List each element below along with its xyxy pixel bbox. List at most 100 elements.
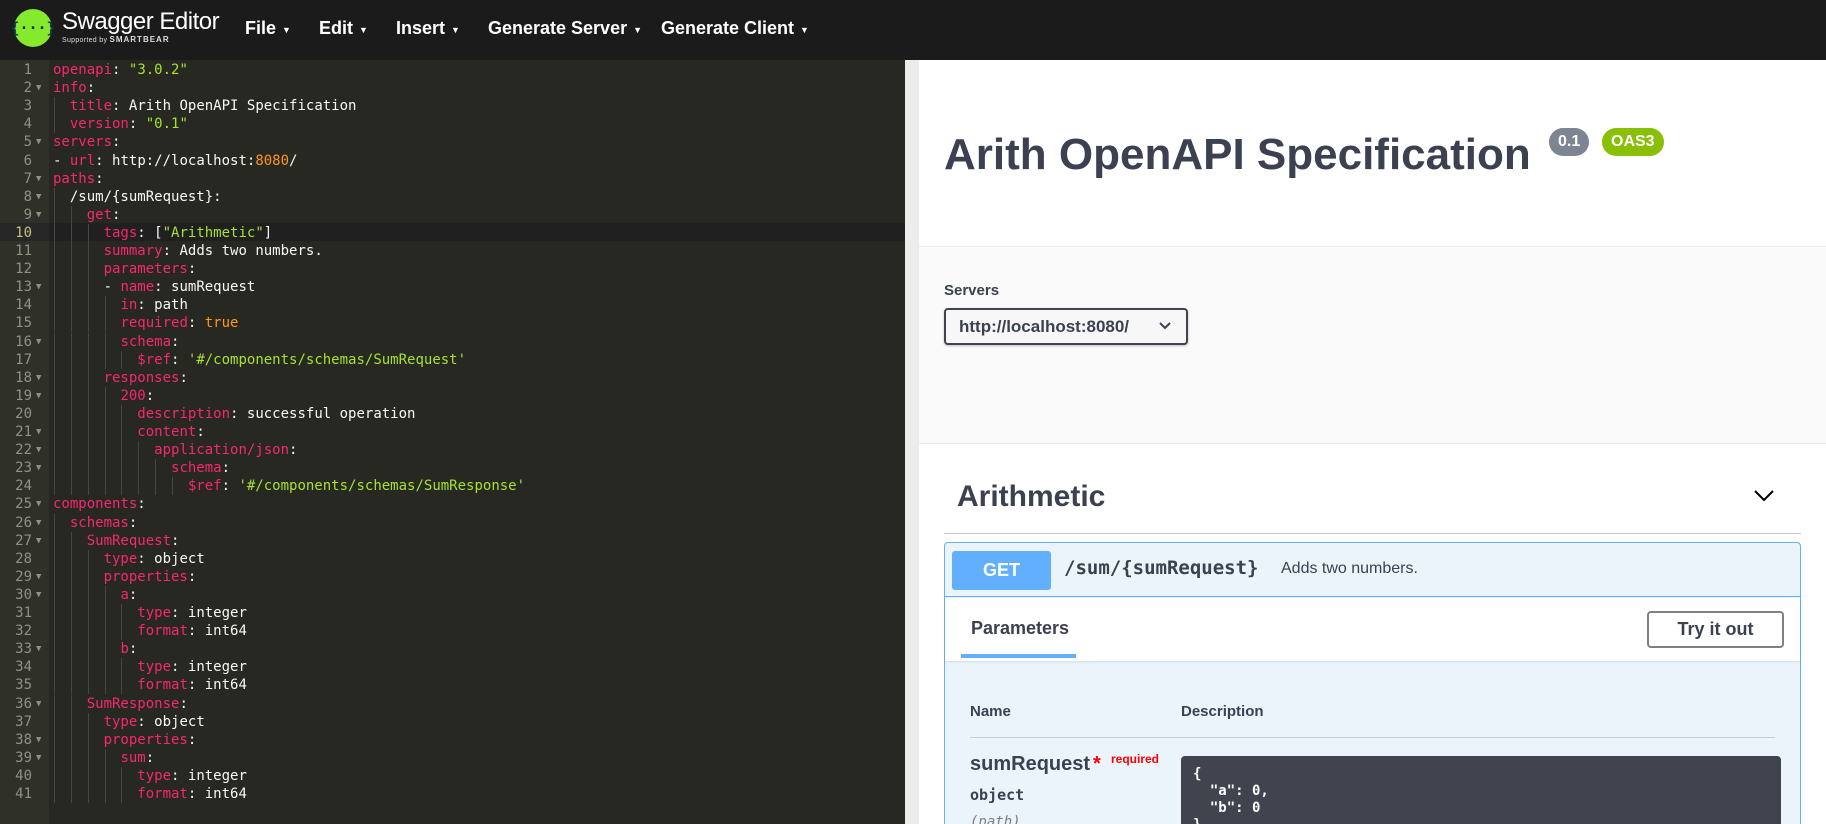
yaml-value: int64 <box>204 677 247 694</box>
fold-arrow-icon: ▼ <box>36 571 42 582</box>
code-dash: - <box>103 279 121 296</box>
code-text: type: object <box>53 713 205 731</box>
line-number: 6 <box>23 152 32 169</box>
code-colon: : <box>162 243 172 259</box>
code-line[interactable]: 15 required: true <box>0 314 905 332</box>
indent-guide <box>70 477 72 496</box>
code-line[interactable]: 34 type: integer <box>0 658 905 676</box>
yaml-value: int64 <box>204 786 247 802</box>
menu-file[interactable]: File ▼ <box>245 0 291 56</box>
line-number: 37 <box>15 713 32 730</box>
swagger-editor-logo[interactable]: {···} Swagger Editor Supported by SMARTB… <box>10 7 220 51</box>
operation-summary[interactable]: GET /sum/{sumRequest} Adds two numbers. <box>945 543 1800 597</box>
indent-guide <box>121 350 123 369</box>
code-text: sum: <box>53 749 154 767</box>
code-line[interactable]: 39 ▼ sum: <box>0 749 905 767</box>
menu-generate-client[interactable]: Generate Client ▼ <box>661 0 809 56</box>
code-line[interactable]: 19 ▼ 200: <box>0 387 905 405</box>
chevron-down-icon[interactable] <box>1749 480 1779 510</box>
code-line[interactable]: 22 ▼ application/json: <box>0 441 905 459</box>
yaml-literal: true <box>204 315 239 332</box>
code-line[interactable]: 18 ▼ responses: <box>0 369 905 387</box>
indent-guide <box>155 459 157 478</box>
indent-guide <box>54 712 55 731</box>
code-colon: : <box>128 586 138 603</box>
code-line[interactable]: 32 format: int64 <box>0 622 905 640</box>
indent-guide <box>70 712 72 731</box>
code-line[interactable]: 26 ▼ schemas: <box>0 514 905 532</box>
line-number: 23 <box>15 460 32 477</box>
yaml-editor[interactable]: 1 openapi: "3.0.2" 2 ▼ info: 3 title: Arith O… <box>0 60 905 824</box>
code-line[interactable]: 12 parameters: <box>0 260 905 278</box>
code-line[interactable]: 5 ▼ servers: <box>0 133 905 151</box>
code-line[interactable]: 10 tags: ["Arithmetic"] <box>0 224 905 242</box>
code-line[interactable]: 29 ▼ properties: <box>0 568 905 586</box>
code-line[interactable]: 21 ▼ content: <box>0 423 905 441</box>
indent-guide <box>70 459 72 478</box>
code-line[interactable]: 13 ▼ - name: sumRequest <box>0 278 905 296</box>
code-line[interactable]: 31 type: integer <box>0 604 905 622</box>
code-line[interactable]: 25 ▼ components: <box>0 495 905 513</box>
indent-guide <box>121 477 123 496</box>
code-text: 200: <box>53 387 154 405</box>
pane-splitter[interactable] <box>905 60 919 824</box>
menu-generate-client-label: Generate Client <box>661 18 795 38</box>
tag-heading[interactable]: Arithmetic <box>957 480 1105 514</box>
yaml-key: schema <box>171 460 222 477</box>
code-colon: : <box>171 333 180 350</box>
try-it-out-button[interactable]: Try it out <box>1647 611 1784 648</box>
code-line[interactable]: 8 ▼ /sum/{sumRequest}: <box>0 188 905 206</box>
caret-down-icon: ▼ <box>633 25 643 35</box>
code-line[interactable]: 30 ▼ a: <box>0 586 905 604</box>
tab-parameters[interactable]: Parameters <box>971 618 1069 639</box>
fold-arrow-icon: ▼ <box>36 209 42 220</box>
menu-edit[interactable]: Edit ▼ <box>319 0 368 56</box>
fold-arrow-icon: ▼ <box>36 698 42 709</box>
server-select[interactable]: http://localhost:8080/ <box>944 308 1188 345</box>
fold-arrow-icon: ▼ <box>36 734 42 745</box>
indent-guide <box>54 604 55 623</box>
menu-generate-server[interactable]: Generate Server ▼ <box>488 0 642 56</box>
code-line[interactable]: 17 $ref: '#/components/schemas/SumReques… <box>0 351 905 369</box>
code-line[interactable]: 33 ▼ b: <box>0 640 905 658</box>
code-token: /sum/{sumRequest}: <box>69 188 222 205</box>
code-colon: : <box>196 424 205 440</box>
indent-guide <box>70 296 72 315</box>
code-line[interactable]: 36 ▼ SumResponse: <box>0 695 905 713</box>
code-line[interactable]: 4 version: "0.1" <box>0 115 905 133</box>
code-line[interactable]: 3 title: Arith OpenAPI Specification <box>0 97 905 115</box>
code-line[interactable]: 24 $ref: '#/components/schemas/SumRespon… <box>0 477 905 495</box>
code-line[interactable]: 35 format: int64 <box>0 676 905 694</box>
code-line[interactable]: 27 ▼ SumRequest: <box>0 532 905 550</box>
fold-arrow-icon: ▼ <box>36 173 42 184</box>
code-line[interactable]: 11 summary: Adds two numbers. <box>0 242 905 260</box>
code-line[interactable]: 9 ▼ get: <box>0 206 905 224</box>
yaml-value: integer <box>187 767 247 784</box>
code-line[interactable]: 14 in: path <box>0 296 905 314</box>
line-number: 40 <box>15 767 32 784</box>
indent-guide <box>54 567 55 586</box>
code-line[interactable]: 28 type: object <box>0 550 905 568</box>
code-line[interactable]: 41 format: int64 <box>0 785 905 803</box>
code-line[interactable]: 40 type: integer <box>0 767 905 785</box>
line-number: 28 <box>15 550 32 567</box>
code-line[interactable]: 20 description: successful operation <box>0 405 905 423</box>
code-text: type: integer <box>53 767 247 785</box>
menu-file-label: File <box>245 18 277 38</box>
code-line[interactable]: 1 openapi: "3.0.2" <box>0 61 905 79</box>
code-line[interactable]: 16 ▼ schema: <box>0 333 905 351</box>
code-colon: : <box>289 442 298 459</box>
line-number: 30 <box>15 586 32 603</box>
indent-guide <box>104 332 106 351</box>
code-line[interactable]: 37 type: object <box>0 713 905 731</box>
code-line[interactable]: 7 ▼ paths: <box>0 170 905 188</box>
code-line[interactable]: 38 ▼ properties: <box>0 731 905 749</box>
code-line[interactable]: 23 ▼ schema: <box>0 459 905 477</box>
code-line[interactable]: 2 ▼ info: <box>0 79 905 97</box>
menu-insert[interactable]: Insert ▼ <box>396 0 460 56</box>
code-colon: : <box>128 514 138 531</box>
code-colon: : <box>128 641 138 658</box>
code-line[interactable]: 6 - url: http://localhost:8080/ <box>0 152 905 170</box>
